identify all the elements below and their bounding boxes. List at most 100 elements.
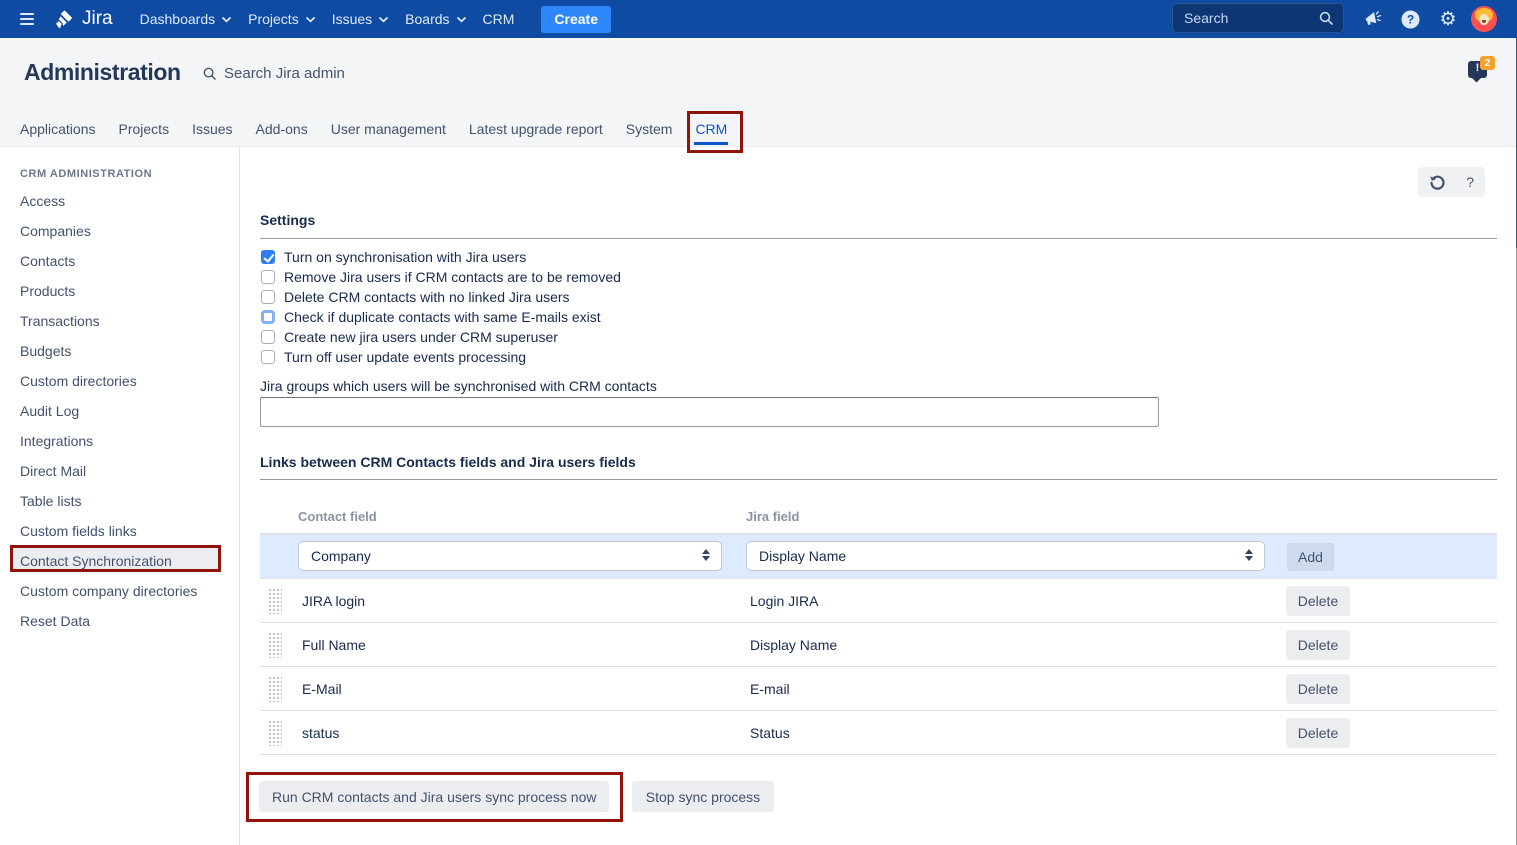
sidebar-item[interactable]: Custom directories xyxy=(0,366,239,396)
gear-icon[interactable]: ⚙ xyxy=(1437,0,1459,38)
admin-tab[interactable]: System xyxy=(626,118,673,146)
admin-tab-label: Issues xyxy=(192,121,232,137)
checkbox-row[interactable]: Check if duplicate contacts with same E-… xyxy=(261,307,621,327)
select-spinner-icon xyxy=(702,549,710,561)
stop-sync-button[interactable]: Stop sync process xyxy=(632,781,774,812)
create-button[interactable]: Create xyxy=(541,6,611,33)
notification-badge: 2 xyxy=(1480,56,1495,70)
sidebar-item[interactable]: Integrations xyxy=(0,426,239,456)
search-icon xyxy=(1319,11,1333,25)
nav-menu: Dashboards Projects Issues Boards CRM xyxy=(140,11,515,27)
contact-field-cell: JIRA login xyxy=(302,593,365,609)
admin-tab[interactable]: CRM xyxy=(695,118,727,146)
sidebar-item-label: Transactions xyxy=(20,313,100,329)
admin-tab[interactable]: User management xyxy=(331,118,446,146)
settings-heading: Settings xyxy=(260,212,315,228)
nav-menu-item[interactable]: Dashboards xyxy=(140,11,232,27)
link-row: status Status Delete xyxy=(260,711,1497,755)
add-button[interactable]: Add xyxy=(1287,543,1334,571)
checkbox-row[interactable]: Create new jira users under CRM superuse… xyxy=(261,327,621,347)
hamburger-menu-icon[interactable] xyxy=(20,13,34,25)
admin-search[interactable]: Search Jira admin xyxy=(203,65,345,82)
sidebar-item[interactable]: Direct Mail xyxy=(0,456,239,486)
nav-menu-item[interactable]: Projects xyxy=(248,11,315,27)
admin-tab-label: Applications xyxy=(20,121,96,137)
admin-header: Administration Search Jira admin ! 2 App… xyxy=(0,38,1517,147)
admin-tabs: Applications Projects Issues Add-ons Use… xyxy=(20,118,727,146)
chevron-down-icon xyxy=(457,17,466,23)
checkbox-row[interactable]: Turn on synchronisation with Jira users xyxy=(261,247,621,267)
link-row: JIRA login Login JIRA Delete xyxy=(260,579,1497,623)
checkbox[interactable] xyxy=(261,290,275,304)
sidebar-item[interactable]: Contacts xyxy=(0,246,239,276)
sidebar-item-label: Integrations xyxy=(20,433,93,449)
drag-handle-icon[interactable] xyxy=(268,720,282,746)
checkbox-row[interactable]: Turn off user update events processing xyxy=(261,347,621,367)
link-row: E-Mail E-mail Delete xyxy=(260,667,1497,711)
sidebar-item[interactable]: Reset Data xyxy=(0,606,239,636)
admin-tab[interactable]: Applications xyxy=(20,118,96,146)
jira-logo[interactable]: Jira xyxy=(53,8,113,30)
sidebar-item-label: Audit Log xyxy=(20,403,79,419)
settings-checkboxes: Turn on synchronisation with Jira users … xyxy=(261,247,621,367)
sidebar-item-label: Companies xyxy=(20,223,91,239)
sidebar-item[interactable]: Budgets xyxy=(0,336,239,366)
nav-menu-item[interactable]: CRM xyxy=(483,11,515,27)
admin-tab[interactable]: Projects xyxy=(119,118,170,146)
nav-menu-item[interactable]: Boards xyxy=(405,11,465,27)
delete-button[interactable]: Delete xyxy=(1286,674,1350,704)
sidebar-item[interactable]: Transactions xyxy=(0,306,239,336)
links-table-header: Contact field Jira field xyxy=(260,497,1497,535)
links-table-rows: JIRA login Login JIRA Delete Full Name D… xyxy=(260,579,1497,755)
admin-tab[interactable]: Issues xyxy=(192,118,232,146)
nav-menu-item-label: Boards xyxy=(405,11,449,27)
sidebar-item[interactable]: Audit Log xyxy=(0,396,239,426)
navbar-search[interactable] xyxy=(1172,3,1344,33)
checkbox[interactable] xyxy=(261,330,275,344)
checkbox[interactable] xyxy=(261,270,275,284)
admin-tab-label: Add-ons xyxy=(256,121,308,137)
delete-button[interactable]: Delete xyxy=(1286,718,1350,748)
sidebar-item-label: Custom company directories xyxy=(20,583,197,599)
sidebar-item[interactable]: Access xyxy=(0,186,239,216)
jira-groups-input[interactable] xyxy=(260,397,1159,427)
checkbox[interactable] xyxy=(261,250,275,264)
sidebar-item[interactable]: Companies xyxy=(0,216,239,246)
admin-tab[interactable]: Latest upgrade report xyxy=(469,118,603,146)
checkbox-row[interactable]: Delete CRM contacts with no linked Jira … xyxy=(261,287,621,307)
sidebar-item[interactable]: Contact Synchronization xyxy=(0,546,239,576)
admin-search-icon xyxy=(203,67,216,80)
run-sync-button[interactable]: Run CRM contacts and Jira users sync pro… xyxy=(259,781,609,812)
drag-handle-icon[interactable] xyxy=(268,632,282,658)
contact-field-select-value: Company xyxy=(311,548,371,564)
nav-menu-item[interactable]: Issues xyxy=(332,11,388,27)
checkbox-label: Check if duplicate contacts with same E-… xyxy=(284,309,601,325)
navbar-search-input[interactable] xyxy=(1173,10,1319,26)
jira-field-select[interactable]: Display Name xyxy=(746,541,1265,571)
admin-tab[interactable]: Add-ons xyxy=(256,118,308,146)
sidebar-item[interactable]: Table lists xyxy=(0,486,239,516)
delete-button[interactable]: Delete xyxy=(1286,630,1350,660)
sidebar-item[interactable]: Custom company directories xyxy=(0,576,239,606)
sidebar-item[interactable]: Products xyxy=(0,276,239,306)
checkbox[interactable] xyxy=(261,350,275,364)
sidebar-item-label: Access xyxy=(20,193,65,209)
drag-handle-icon[interactable] xyxy=(268,588,282,614)
user-avatar[interactable] xyxy=(1471,6,1497,32)
jira-field-cell: Status xyxy=(750,725,790,741)
refresh-icon[interactable] xyxy=(1429,174,1446,191)
jira-logo-text: Jira xyxy=(82,8,113,30)
help-button[interactable]: ? xyxy=(1466,174,1474,190)
help-icon[interactable]: ? xyxy=(1400,0,1420,38)
admin-tab-label: System xyxy=(626,121,673,137)
contact-field-select[interactable]: Company xyxy=(298,541,722,571)
drag-handle-icon[interactable] xyxy=(268,676,282,702)
checkbox-row[interactable]: Remove Jira users if CRM contacts are to… xyxy=(261,267,621,287)
delete-button[interactable]: Delete xyxy=(1286,586,1350,616)
jira-field-cell: Display Name xyxy=(750,637,837,653)
checkbox[interactable] xyxy=(261,310,275,324)
sidebar-heading: CRM ADMINISTRATION xyxy=(20,168,152,180)
svg-text:?: ? xyxy=(1406,12,1413,26)
sidebar-item[interactable]: Custom fields links xyxy=(0,516,239,546)
announcement-icon[interactable] xyxy=(1362,0,1384,38)
